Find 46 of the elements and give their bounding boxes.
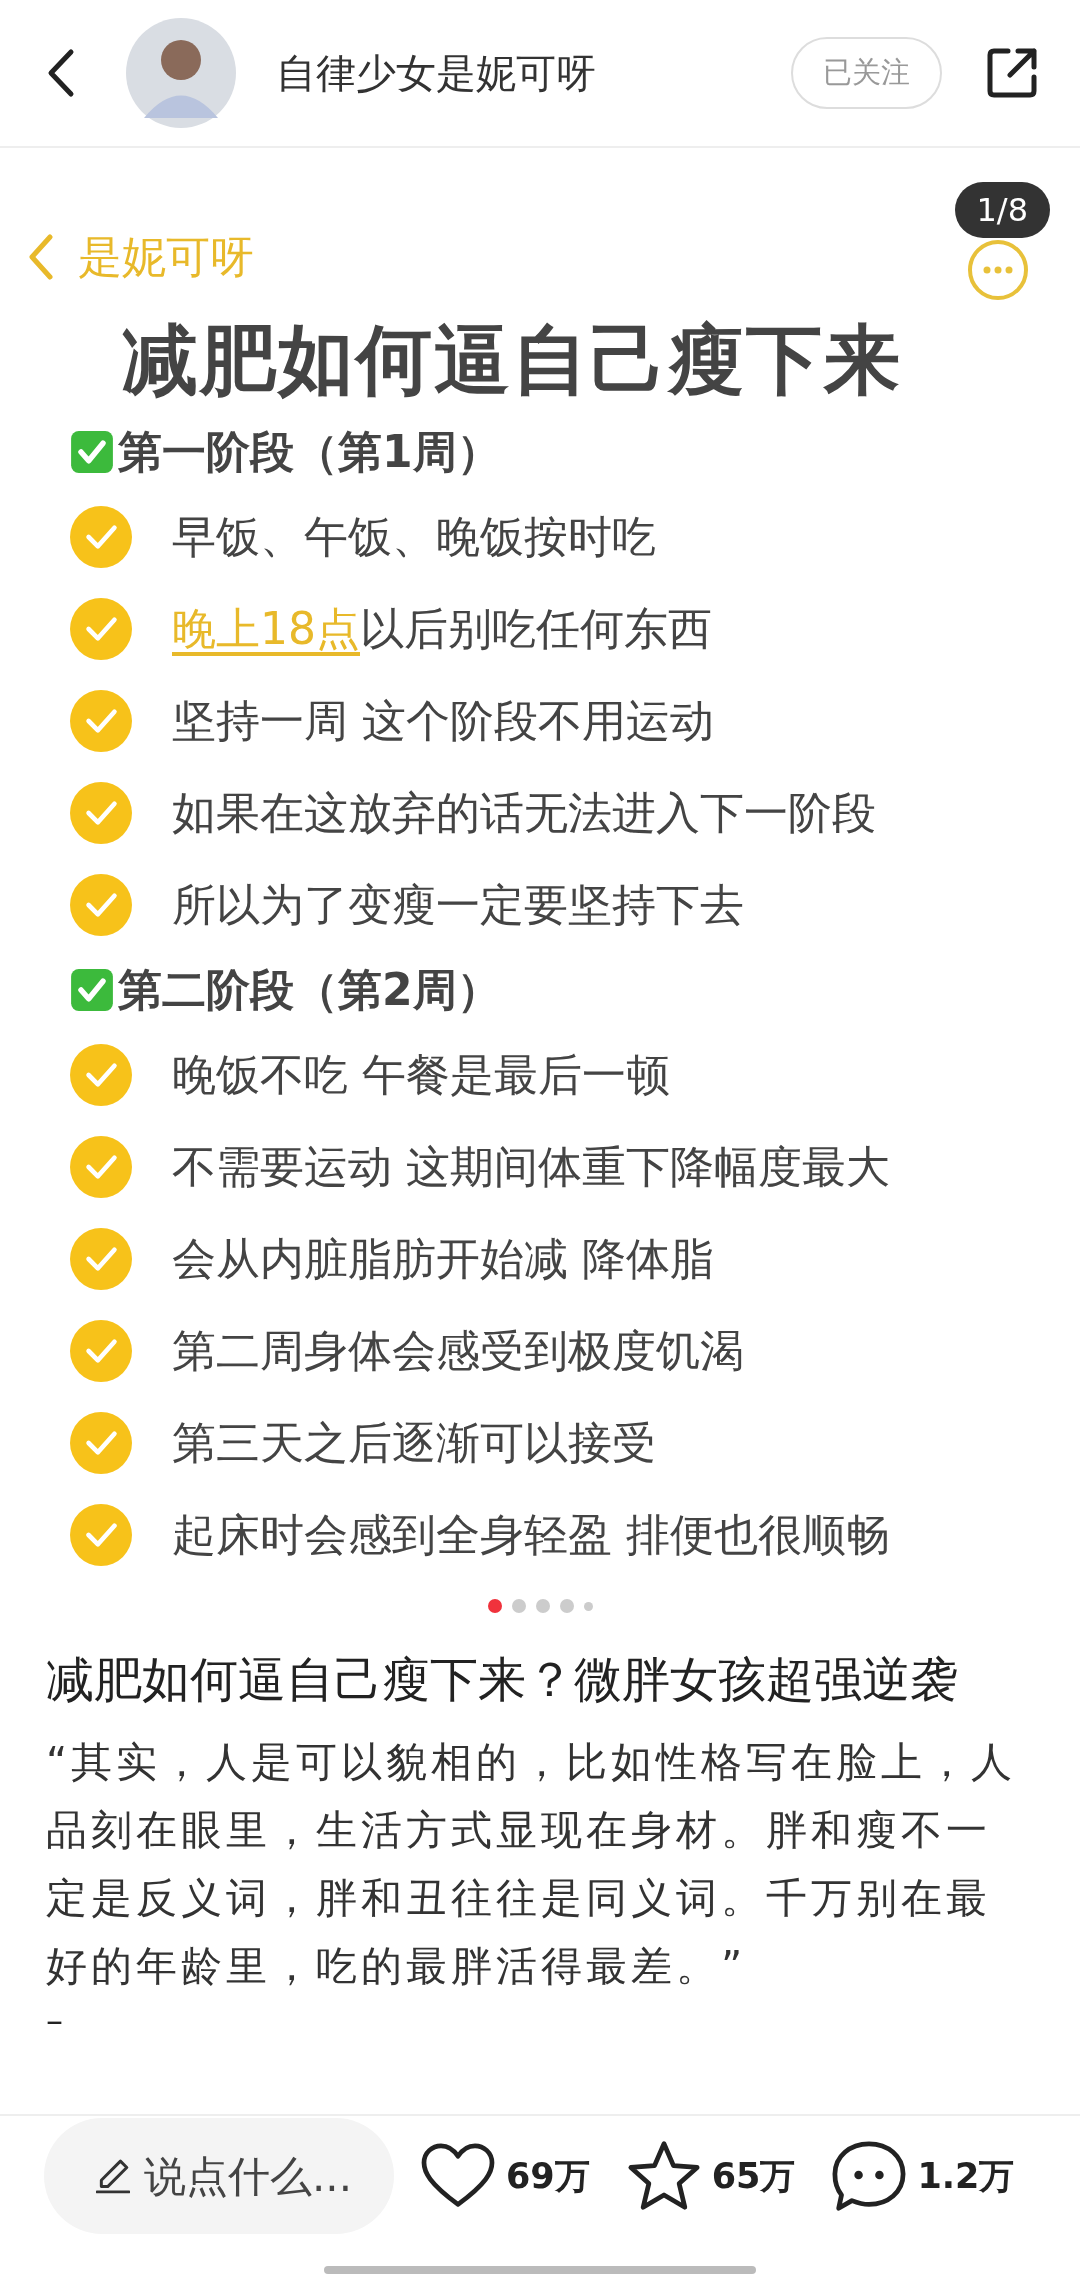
- post-title: 减肥如何逼自己瘦下来？微胖女孩超强逆袭: [46, 1650, 959, 1709]
- heart-icon[interactable]: [420, 2142, 496, 2210]
- highlighted-text: 晚上18点: [172, 601, 360, 656]
- favorite-count: 65万: [711, 2154, 796, 2198]
- check-circle-icon: [70, 1412, 132, 1474]
- author-name[interactable]: 自律少女是妮可呀: [276, 45, 791, 101]
- item-text: 第二周身体会感受到极度饥渴: [172, 1323, 744, 1378]
- back-icon[interactable]: [46, 48, 76, 98]
- item-text: 以后别吃任何东西: [360, 601, 712, 656]
- image-title: 减肥如何逼自己瘦下来: [122, 314, 903, 406]
- item-text: 第三天之后逐渐可以接受: [172, 1415, 656, 1470]
- item-text: 晚饭不吃 午餐是最后一顿: [172, 1047, 670, 1102]
- check-circle-icon: [70, 1320, 132, 1382]
- star-icon[interactable]: [625, 2140, 702, 2212]
- avatar-icon[interactable]: [126, 18, 236, 128]
- post-body: “其实，人是可以貌相的，比如性格写在脸上，人品刻在眼里，生活方式显现在身材。胖和瘦不一定是反义词，胖和丑往往是同义词。千万别在最好的年龄里，吃的最胖活得最差。”: [46, 1737, 1018, 1992]
- check-circle-icon: [70, 598, 132, 660]
- comment-icon[interactable]: [831, 2140, 908, 2212]
- check-circle-icon: [70, 1504, 132, 1566]
- back-label: 是妮可呀: [78, 229, 255, 284]
- check-circle-icon: [70, 690, 132, 752]
- check-circle-icon: [70, 1228, 132, 1290]
- check-circle-icon: [70, 506, 132, 568]
- back-icon: [26, 232, 56, 282]
- section-heading: 第二阶段（第2周）: [118, 962, 501, 1017]
- item-text: 如果在这放弃的话无法进入下一阶段: [172, 785, 876, 840]
- comment-count: 1.2万: [917, 2154, 1015, 2198]
- comment-field[interactable]: 说点什么...: [44, 2118, 394, 2234]
- check-box-icon: [70, 430, 114, 474]
- item-text: 会从内脏脂肪开始减 降体脂: [172, 1231, 714, 1286]
- check-box-icon: [70, 968, 114, 1012]
- like-count: 69万: [506, 2154, 590, 2198]
- more-icon: [966, 238, 1030, 302]
- item-text: 早饭、午饭、晚饭按时吃: [172, 509, 656, 564]
- separator-text: –: [46, 2000, 64, 2040]
- check-circle-icon: [70, 1044, 132, 1106]
- check-circle-icon: [70, 782, 132, 844]
- item-text: 起床时会感到全身轻盈 排便也很顺畅: [172, 1507, 890, 1562]
- pencil-icon: [96, 2159, 130, 2194]
- check-circle-icon: [70, 1136, 132, 1198]
- check-circle-icon: [70, 874, 132, 936]
- item-text: 所以为了变瘦一定要坚持下去: [172, 877, 744, 932]
- item-text: 坚持一周 这个阶段不用运动: [172, 693, 714, 748]
- item-text: 不需要运动 这期间体重下降幅度最大: [172, 1139, 890, 1194]
- section-heading: 第一阶段（第1周）: [118, 424, 501, 479]
- page-counter: 1/8: [954, 182, 1050, 238]
